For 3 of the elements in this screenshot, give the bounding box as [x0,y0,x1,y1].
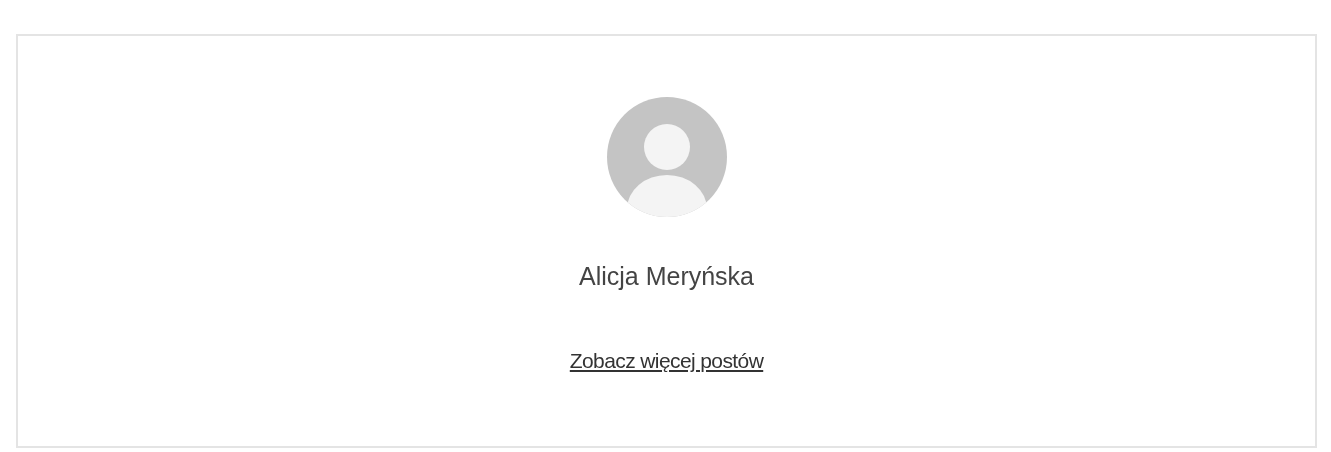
author-name: Alicja Meryńska [578,262,755,291]
avatar-icon [606,97,727,217]
more-posts-link[interactable]: Zobacz więcej postów [569,349,764,373]
